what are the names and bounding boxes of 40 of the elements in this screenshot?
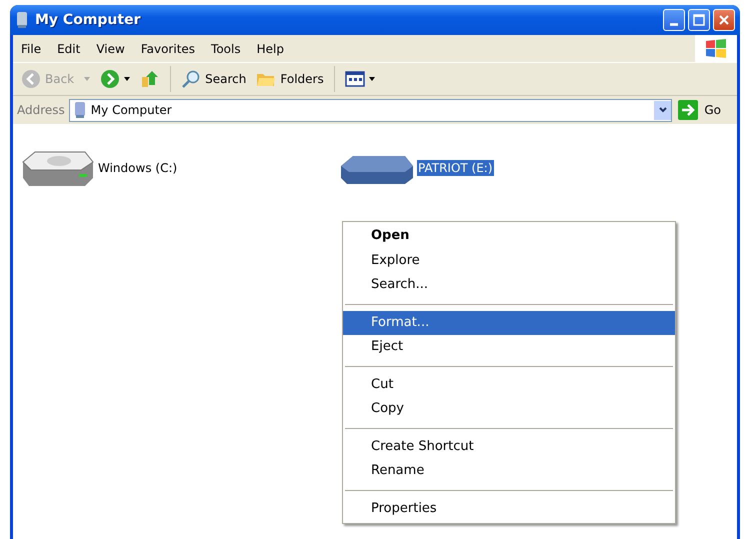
menu-item[interactable]: Favorites [132,42,204,56]
drive-label[interactable]: Windows (C:) [97,160,178,176]
computer-icon [72,101,87,119]
search-icon [181,69,202,89]
context-menu-item[interactable]: Properties [343,496,675,521]
window-title: My Computer [35,12,140,28]
context-menu-item[interactable]: Copy [343,397,675,422]
close-icon [718,14,730,26]
maximize-button[interactable] [688,9,710,31]
context-menu-item[interactable]: Rename [343,459,675,484]
context-menu-item[interactable]: Format... [343,310,675,335]
menu-item[interactable]: Tools [203,42,249,56]
caret-icon [368,77,375,81]
dropdown-icon [658,105,668,115]
menu-item[interactable]: Help [248,42,292,56]
maximize-icon [693,14,705,26]
folder-up-icon [140,69,160,89]
context-menu-item[interactable]: Create Shortcut [343,434,675,459]
menu-item[interactable]: Edit [49,42,88,56]
menu-item[interactable]: File [13,42,50,56]
search-button[interactable]: Search [177,67,250,91]
folders-button[interactable]: Folders [252,67,328,91]
computer-icon [15,11,29,29]
minimize-icon [670,22,678,26]
close-button[interactable] [713,9,735,31]
address-label: Address [17,103,65,117]
address-field[interactable]: My Computer [68,98,672,122]
minimize-button[interactable] [663,9,685,31]
context-menu-item[interactable]: Search... [343,273,675,298]
flag-logo-icon [704,36,728,60]
drive-label[interactable]: PATRIOT (E:) [417,160,494,176]
menu-item[interactable]: View [88,42,133,56]
context-menu-item[interactable]: Explore [343,248,675,273]
context-menu-item[interactable]: Cut [343,372,675,397]
context-menu-item[interactable]: Open [343,224,675,248]
caret-icon [84,77,90,81]
caret-icon [124,77,130,81]
views-icon [344,69,365,89]
go-button[interactable]: Go [676,100,733,120]
context-menu-item[interactable]: Eject [343,335,675,360]
